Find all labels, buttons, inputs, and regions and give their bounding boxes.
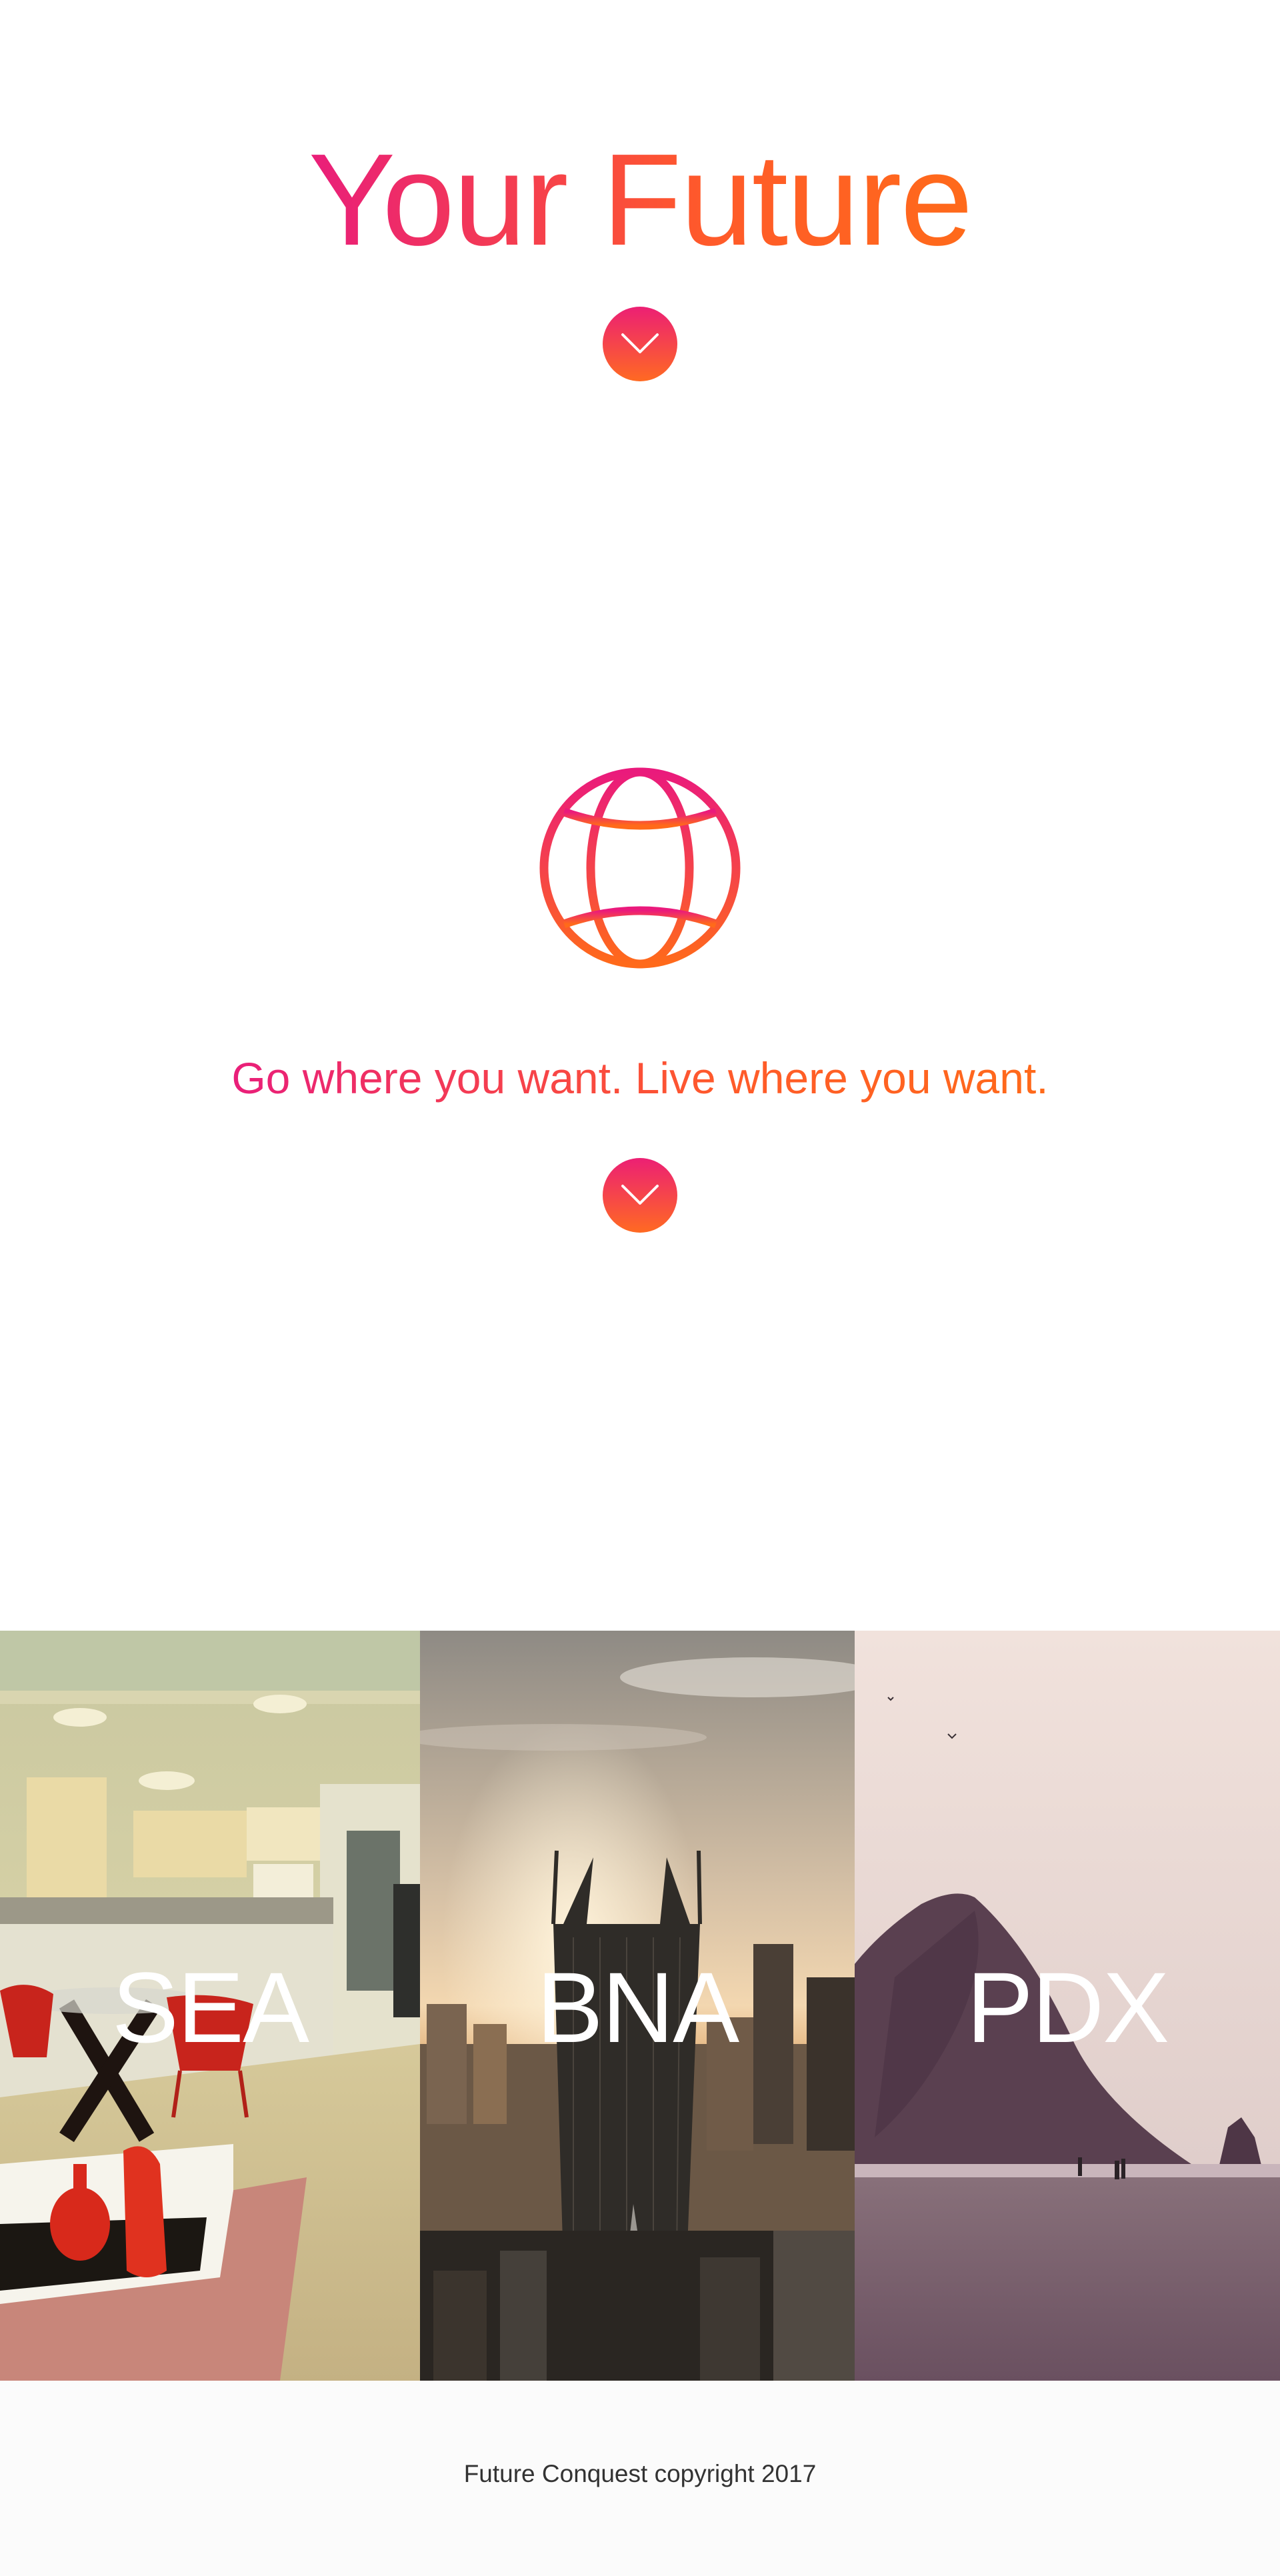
globe-icon: [539, 767, 741, 969]
scroll-down-button[interactable]: [603, 307, 677, 381]
landing-page: Your Future Go where you want. Live wher…: [0, 0, 1280, 2576]
city-label-bna: BNA: [536, 1951, 739, 2063]
scroll-down-button-2[interactable]: [603, 1158, 677, 1233]
hero-title: Your Future: [0, 127, 1280, 273]
hero-title-text: Your Future: [308, 127, 973, 273]
city-label-pdx: PDX: [966, 1951, 1169, 2063]
footer: Future Conquest copyright 2017: [0, 2381, 1280, 2576]
city-gallery: SEA BNA PDX: [0, 1631, 1280, 2381]
city-card-pdx[interactable]: PDX: [855, 1631, 1280, 2381]
city-card-bna[interactable]: BNA: [420, 1631, 855, 2381]
city-card-sea[interactable]: SEA: [0, 1631, 420, 2381]
copyright-text: Future Conquest copyright 2017: [463, 2460, 817, 2487]
tagline-text: Go where you want. Live where you want.: [231, 1050, 1048, 1106]
city-label-sea: SEA: [111, 1951, 309, 2063]
chevron-down-icon: [621, 1185, 659, 1205]
chevron-down-icon: [621, 333, 659, 353]
tagline: Go where you want. Live where you want.: [0, 1050, 1280, 1106]
